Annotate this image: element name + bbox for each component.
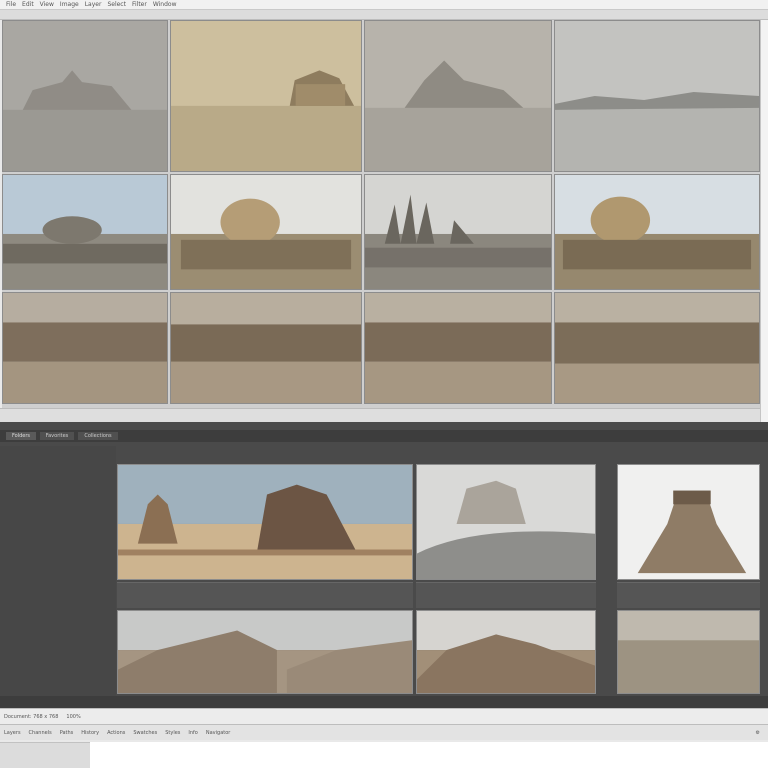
thumb-cliff-ruins[interactable] <box>416 610 596 694</box>
thumb-domed-palace-flag[interactable] <box>554 174 760 290</box>
panel-tabs-bar: Layers Channels Paths History Actions Sw… <box>0 724 768 740</box>
thumb-foggy-harbor[interactable] <box>2 20 168 172</box>
menu-edit[interactable]: Edit <box>22 1 34 8</box>
bottom-panel-footer <box>0 696 768 708</box>
thumb-canyon-wall-pair[interactable] <box>117 610 413 694</box>
menu-window[interactable]: Window <box>153 1 177 8</box>
preview-caption-bar <box>117 582 413 608</box>
thumb-gothic-cathedral[interactable] <box>364 174 552 290</box>
thumb-street-market-1[interactable] <box>2 292 168 404</box>
menu-layer[interactable]: Layer <box>85 1 102 8</box>
caption-bar-2 <box>416 582 596 608</box>
caption-bar-3 <box>617 582 760 608</box>
thumb-domed-palace-sepia[interactable] <box>170 174 362 290</box>
menu-view[interactable]: View <box>40 1 54 8</box>
panel-tab-navigator[interactable]: Navigator <box>206 730 230 736</box>
thumb-misty-lake-palace[interactable] <box>364 20 552 172</box>
thumb-misty-lake-town[interactable] <box>554 20 760 172</box>
options-bar: Document: 768 x 768 100% <box>0 708 768 724</box>
tab-collections[interactable]: Collections <box>78 432 118 440</box>
panel-tab-layers[interactable]: Layers <box>4 730 21 736</box>
thumb-domed-palace-sky[interactable] <box>2 174 168 290</box>
menu-image[interactable]: Image <box>60 1 79 8</box>
tab-folders[interactable]: Folders <box>6 432 36 440</box>
menu-filter[interactable]: Filter <box>132 1 147 8</box>
panel-tab-actions[interactable]: Actions <box>107 730 125 736</box>
panel-tab-channels[interactable]: Channels <box>29 730 52 736</box>
status-document-info: Document: 768 x 768 <box>4 713 59 720</box>
panel-tab-history[interactable]: History <box>81 730 99 736</box>
thumb-street-market-3[interactable] <box>364 292 552 404</box>
folder-tree-sidebar[interactable] <box>0 446 116 706</box>
top-grid-scrollbar[interactable] <box>760 20 768 422</box>
menu-select[interactable]: Select <box>107 1 126 8</box>
tab-favorites[interactable]: Favorites <box>40 432 74 440</box>
panel-tab-paths[interactable]: Paths <box>60 730 74 736</box>
panel-tab-swatches[interactable]: Swatches <box>133 730 157 736</box>
top-toolbar <box>0 10 768 20</box>
bottom-left-button-strip <box>0 742 90 768</box>
status-zoom[interactable]: 100% <box>66 714 80 720</box>
thumb-misty-fortress-wave[interactable] <box>416 464 596 580</box>
top-image-grid <box>2 20 760 408</box>
thumb-rock-tower[interactable] <box>617 464 760 580</box>
top-grid-footer <box>0 408 760 422</box>
gear-icon[interactable]: ⚙ <box>756 730 760 736</box>
thumb-castle-desert[interactable] <box>117 464 413 580</box>
thumb-street-market-4[interactable] <box>554 292 760 404</box>
panel-tab-styles[interactable]: Styles <box>165 730 180 736</box>
thumb-sepia-harbor[interactable] <box>170 20 362 172</box>
thumb-street-market-2[interactable] <box>170 292 362 404</box>
menu-file[interactable]: File <box>6 1 16 8</box>
thumb-rocky-field[interactable] <box>617 610 760 694</box>
panel-tab-info[interactable]: Info <box>188 730 197 736</box>
bottom-right-empty-area <box>90 742 768 768</box>
menubar: File Edit View Image Layer Select Filter… <box>0 0 768 10</box>
